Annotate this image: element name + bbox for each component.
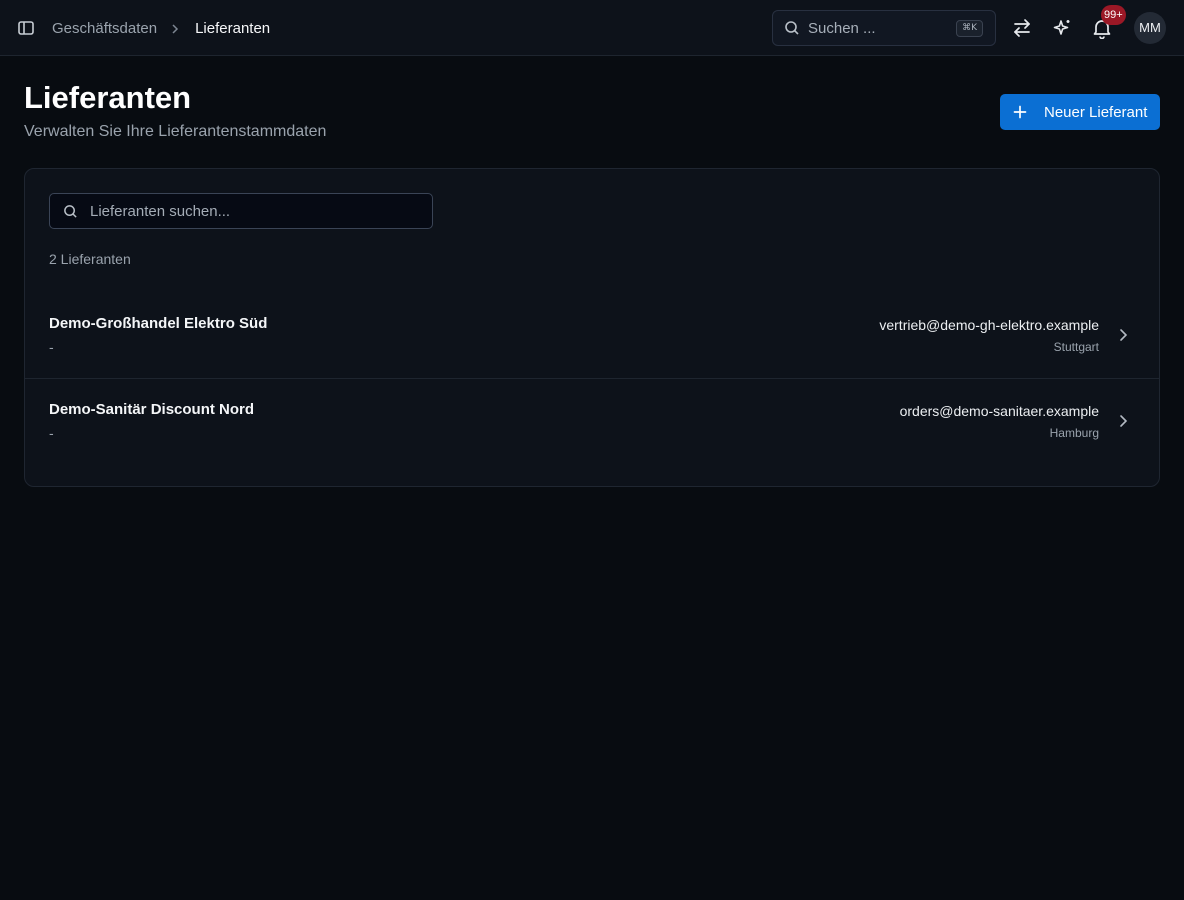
chevron-right-icon [1116, 328, 1130, 342]
list-item[interactable]: Demo-Großhandel Elektro Süd - vertrieb@d… [25, 293, 1159, 378]
supplier-list: Demo-Großhandel Elektro Süd - vertrieb@d… [25, 293, 1159, 463]
supplier-count: 2 Lieferanten [49, 251, 131, 267]
keyboard-shortcut-hint: ⌘K [956, 19, 983, 37]
supplier-subtitle: - [49, 339, 54, 355]
plus-icon [1013, 105, 1027, 119]
breadcrumb: Geschäftsdaten Lieferanten [52, 18, 270, 38]
search-icon [63, 204, 78, 219]
supplier-name: Demo-Großhandel Elektro Süd [49, 315, 268, 332]
supplier-search-field[interactable] [49, 193, 433, 229]
page-title: Lieferanten [24, 80, 192, 115]
page-subtitle: Verwalten Sie Ihre Lieferantenstammdaten [24, 123, 327, 140]
new-supplier-label: Neuer Lieferant [1044, 103, 1148, 121]
supplier-name: Demo-Sanitär Discount Nord [49, 401, 255, 418]
notification-count-badge: 99+ [1101, 5, 1126, 25]
global-search-input[interactable]: Suchen ... ⌘K [772, 10, 996, 46]
supplier-city: Hamburg [1049, 426, 1099, 440]
supplier-city: Stuttgart [1053, 340, 1099, 354]
arrows-swap-icon[interactable] [1011, 17, 1033, 39]
user-avatar[interactable]: MM [1134, 12, 1166, 44]
sparkles-icon[interactable] [1051, 17, 1073, 39]
supplier-search-input[interactable] [90, 202, 410, 220]
chevron-right-icon [169, 22, 181, 34]
breadcrumb-parent-link[interactable]: Geschäftsdaten [52, 20, 157, 37]
top-bar: Geschäftsdaten Lieferanten Suchen ... ⌘K [0, 0, 1184, 56]
supplier-subtitle: - [49, 425, 54, 441]
new-supplier-button[interactable]: Neuer Lieferant [1000, 94, 1160, 130]
chevron-right-icon [1116, 414, 1130, 428]
sidebar-toggle-icon[interactable] [17, 19, 35, 37]
search-icon [784, 20, 800, 36]
supplier-email: vertrieb@demo-gh-elektro.example [879, 317, 1099, 333]
supplier-list-card: 2 Lieferanten Demo-Großhandel Elektro Sü… [24, 168, 1160, 487]
breadcrumb-current: Lieferanten [195, 19, 271, 37]
global-search-placeholder: Suchen ... [808, 19, 876, 37]
supplier-email: orders@demo-sanitaer.example [899, 403, 1099, 419]
list-item[interactable]: Demo-Sanitär Discount Nord - orders@demo… [25, 378, 1159, 463]
